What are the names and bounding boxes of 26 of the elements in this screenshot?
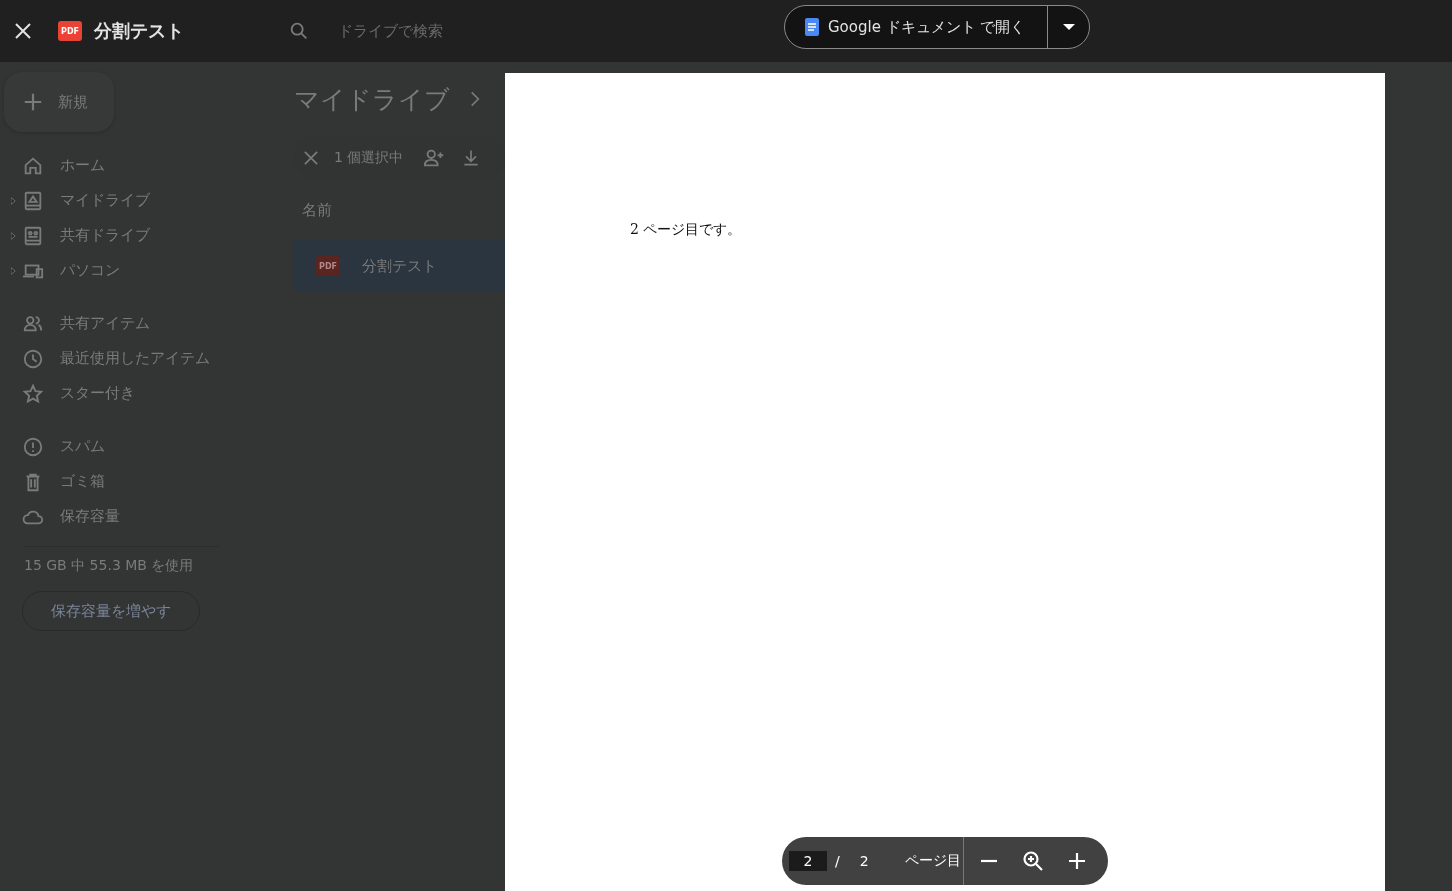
storage-usage-text: 15 GB 中 55.3 MB を使用 [24,557,195,575]
page-label: ページ目 [904,852,961,870]
nav-item[interactable]: ゴミ箱 [4,464,274,499]
nav-item[interactable]: 最近使用したアイテム [4,341,274,376]
nav-item[interactable]: 共有ドライブ [4,218,274,253]
nav-item[interactable]: ホーム [4,148,274,183]
selection-count: 1 個選択中 [334,149,404,167]
column-header[interactable]: 名前 [294,180,505,240]
nav-item[interactable]: マイドライブ [4,183,274,218]
nav-item[interactable]: スパム [4,429,274,464]
pdf-icon: PDF [58,21,82,41]
page-separator: / [835,853,840,869]
nav-item[interactable]: 共有アイテム [4,306,274,341]
nav-item[interactable]: 保存容量 [4,499,274,534]
search-field[interactable]: ドライブで検索 [288,20,443,42]
page-total: 2 [859,853,869,869]
page-text: 2 ページ目です。 [630,221,743,239]
nav-item[interactable]: スター付き [4,376,274,411]
page-number-field[interactable]: 2 [789,851,827,871]
new-button[interactable]: 新規 [4,72,114,132]
nav-item[interactable]: パソコン [4,253,274,288]
pdf-icon: PDF [316,256,340,276]
file-title: 分割テスト [94,19,184,43]
open-in-docs-button[interactable]: Google ドキュメント で開く [785,6,1047,48]
file-row[interactable]: PDF 分割テスト [294,240,505,292]
breadcrumb[interactable]: マイドライブ [294,82,450,116]
